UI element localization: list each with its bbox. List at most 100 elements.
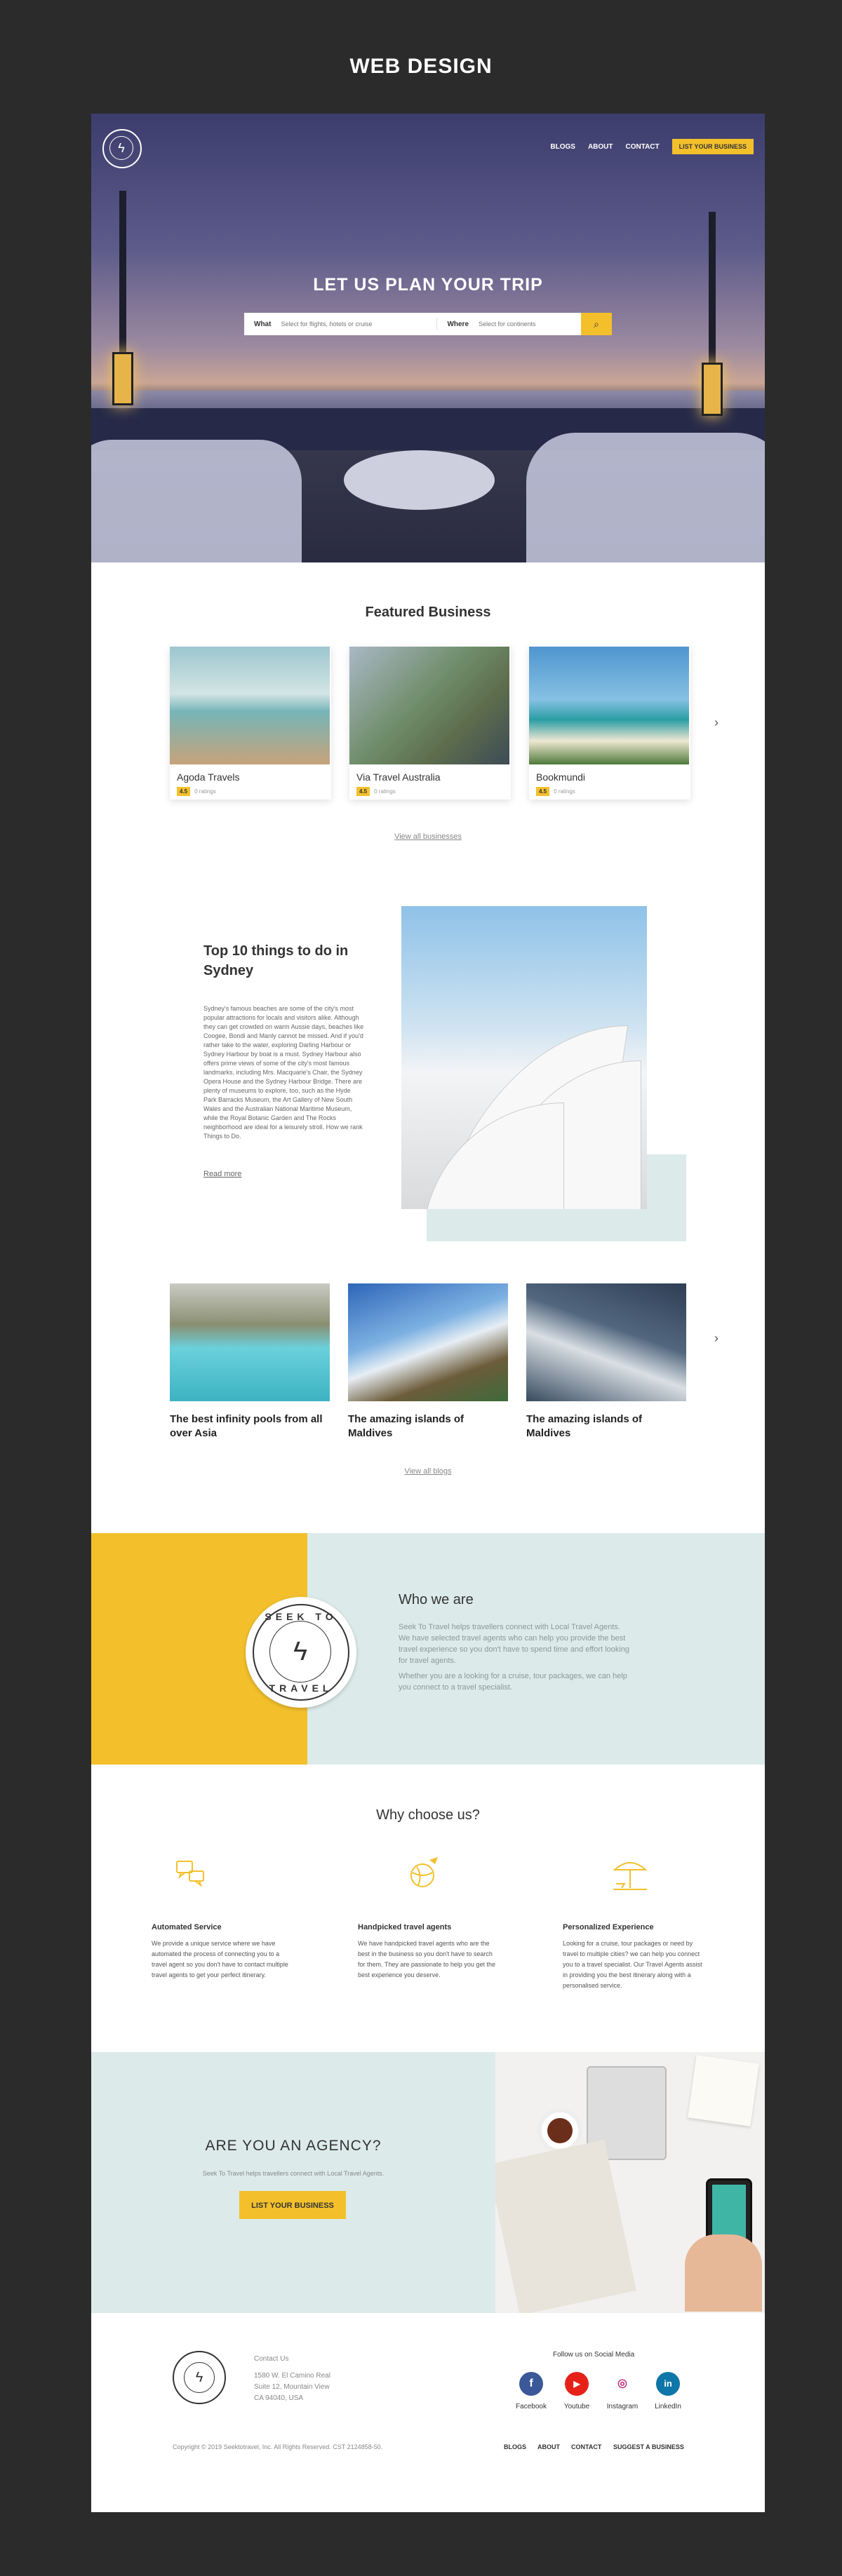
beach-umbrella-icon <box>613 1862 648 1890</box>
business-rating: 4.5 0 ratings <box>536 787 575 796</box>
lounge-chair <box>91 440 302 562</box>
instagram-label[interactable]: Instagram <box>598 2403 647 2410</box>
why-heading: Personalized Experience <box>563 1923 654 1931</box>
agency-title: ARE YOU AN AGENCY? <box>205 2138 382 2154</box>
chevron-right-icon[interactable]: › <box>714 1331 719 1346</box>
why-text: Looking for a cruise, tour packages or n… <box>563 1940 702 1989</box>
nav-blogs[interactable]: BLOGS <box>550 143 575 151</box>
facebook-icon[interactable]: f <box>519 2372 543 2396</box>
nav-about[interactable]: ABOUT <box>588 143 613 151</box>
who-title: Who we are <box>399 1592 474 1607</box>
hero-section: ϟ BLOGS ABOUT CONTACT LIST YOUR BUSINESS… <box>91 114 765 562</box>
article-body: Sydney's famous beaches are some of the … <box>203 1005 364 1140</box>
hero-title: LET US PLAN YOUR TRIP <box>313 275 543 295</box>
website-frame: ϟ BLOGS ABOUT CONTACT LIST YOUR BUSINESS… <box>91 114 765 2512</box>
footer-link-blogs[interactable]: BLOGS <box>504 2443 526 2450</box>
search-button[interactable]: ⌕ <box>581 313 612 335</box>
lamp <box>702 363 723 416</box>
youtube-label[interactable]: Youtube <box>552 2403 601 2410</box>
search-icon: ⌕ <box>594 318 599 330</box>
business-card[interactable]: Bookmundi 4.5 0 ratings <box>529 647 690 800</box>
business-rating: 4.5 0 ratings <box>356 787 396 796</box>
instagram-icon[interactable]: ◎ <box>610 2372 634 2396</box>
agency-panel <box>91 2052 495 2313</box>
lounge-chair <box>526 433 765 562</box>
search-bar: What Where ⌕ <box>244 313 612 335</box>
blog-title: The best infinity pools from all over As… <box>170 1413 323 1439</box>
view-all-businesses-link[interactable]: View all businesses <box>91 832 765 841</box>
blog-title: The amazing islands of Maldives <box>348 1413 465 1439</box>
contact-title: Contact Us <box>254 2355 289 2363</box>
blog-card[interactable]: The amazing islands of Maldives <box>348 1283 508 1441</box>
blog-card[interactable]: The amazing islands of Maldives <box>526 1283 686 1441</box>
newspaper <box>495 2139 637 2313</box>
blog-image <box>348 1283 508 1401</box>
desk-image <box>495 2052 765 2313</box>
who-paragraph: Seek To Travel helps travellers connect … <box>399 1623 630 1665</box>
where-label: Where <box>447 320 469 328</box>
who-paragraph: Whether you are a looking for a cruise, … <box>399 1672 627 1692</box>
address-line: CA 94040, USA <box>254 2394 304 2402</box>
ratings-count: 0 ratings <box>374 788 396 795</box>
lightning-icon: ϟ <box>109 136 133 160</box>
agency-subtitle: Seek To Travel helps travellers connect … <box>202 2170 385 2177</box>
lightning-icon: ϟ <box>269 1621 331 1683</box>
lightning-icon: ϟ <box>184 2362 215 2393</box>
business-name: Agoda Travels <box>177 771 240 783</box>
business-card[interactable]: Agoda Travels 4.5 0 ratings <box>170 647 331 800</box>
seal-logo: SEEK TO ϟ TRAVEL <box>246 1597 356 1708</box>
main-nav: BLOGS ABOUT CONTACT LIST YOUR BUSINESS <box>550 139 754 154</box>
featured-title: Featured Business <box>365 605 491 620</box>
rating-badge: 4.5 <box>177 787 191 796</box>
agency-list-business-button[interactable]: LIST YOUR BUSINESS <box>239 2191 346 2219</box>
footer-link-contact[interactable]: CONTACT <box>571 2443 601 2450</box>
social-title: Follow us on Social Media <box>553 2351 635 2359</box>
copyright: Copyright © 2019 Seektotravel, Inc. All … <box>173 2443 383 2450</box>
why-text: We provide a unique service where we hav… <box>152 1940 288 1978</box>
footer-logo[interactable]: ϟ <box>173 2351 226 2404</box>
globe-plane-icon <box>410 1857 438 1887</box>
linkedin-label[interactable]: LinkedIn <box>643 2403 693 2410</box>
address-line: 1580 W. El Camino Real <box>254 2372 330 2380</box>
business-image <box>170 647 330 764</box>
blog-title: The amazing islands of Maldives <box>526 1413 643 1439</box>
why-text: We have handpicked travel agents who are… <box>358 1940 495 1978</box>
opera-house-image <box>401 906 647 1209</box>
why-heading: Handpicked travel agents <box>358 1923 452 1931</box>
rating-badge: 4.5 <box>356 787 370 796</box>
chevron-right-icon[interactable]: › <box>714 715 719 730</box>
table <box>344 450 495 510</box>
youtube-icon[interactable]: ▶ <box>565 2372 589 2396</box>
ratings-count: 0 ratings <box>554 788 575 795</box>
lamp <box>112 352 133 405</box>
chat-bubbles-icon <box>176 1861 204 1887</box>
what-input[interactable] <box>279 320 409 328</box>
blog-card[interactable]: The best infinity pools from all over As… <box>170 1283 330 1441</box>
site-logo[interactable]: ϟ <box>102 129 142 168</box>
nav-contact[interactable]: CONTACT <box>626 143 660 151</box>
read-more-link[interactable]: Read more <box>203 1170 241 1178</box>
list-business-button[interactable]: LIST YOUR BUSINESS <box>671 139 754 154</box>
business-image <box>529 647 689 764</box>
business-name: Via Travel Australia <box>356 771 441 783</box>
address-line: Suite 12, Mountain View <box>254 2383 330 2391</box>
business-name: Bookmundi <box>536 771 586 783</box>
facebook-label[interactable]: Facebook <box>507 2403 556 2410</box>
why-title: Why choose us? <box>376 1807 480 1823</box>
blog-image <box>526 1283 686 1401</box>
business-rating: 4.5 0 ratings <box>177 787 216 796</box>
page-header: WEB DESIGN <box>349 55 493 78</box>
footer-link-suggest[interactable]: SUGGEST A BUSINESS <box>613 2443 684 2450</box>
view-all-blogs-link[interactable]: View all blogs <box>91 1467 765 1476</box>
footer-link-about[interactable]: ABOUT <box>537 2443 560 2450</box>
linkedin-icon[interactable]: in <box>656 2372 680 2396</box>
hand <box>685 2234 762 2312</box>
what-label: What <box>254 320 272 328</box>
ratings-count: 0 ratings <box>194 788 216 795</box>
why-heading: Automated Service <box>152 1923 222 1931</box>
business-card[interactable]: Via Travel Australia 4.5 0 ratings <box>349 647 511 800</box>
article-title: Top 10 things to do in Sydney <box>203 943 349 978</box>
rating-badge: 4.5 <box>536 787 550 796</box>
business-image <box>349 647 509 764</box>
divider <box>436 318 438 330</box>
